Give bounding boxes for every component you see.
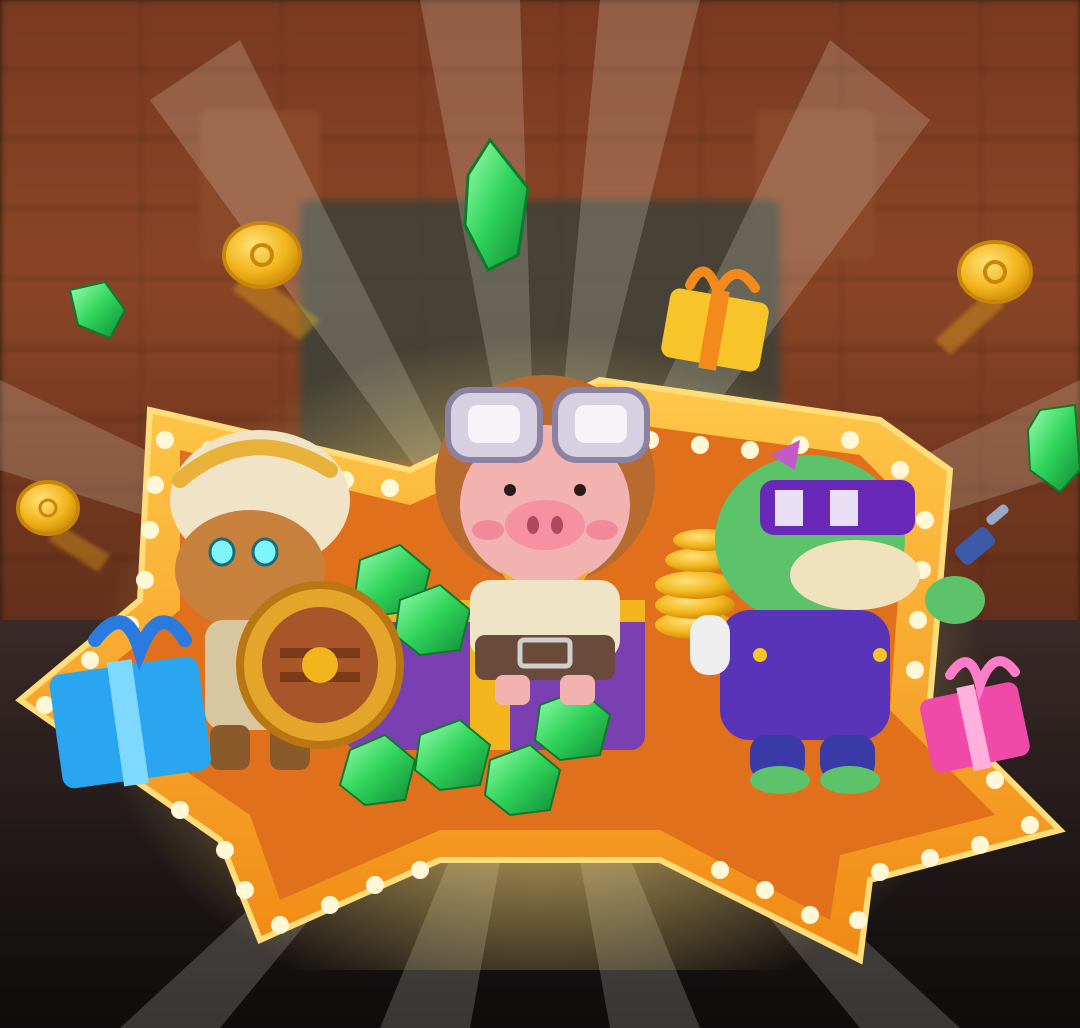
gift-box-pink-icon bbox=[920, 656, 1030, 773]
scene-art bbox=[15, 137, 1080, 965]
game-banner bbox=[0, 0, 1080, 1028]
flying-gem-top-icon bbox=[463, 137, 530, 273]
round-shield-icon bbox=[236, 581, 404, 749]
flying-gem-right-icon bbox=[1026, 403, 1080, 494]
flying-gem-left-icon bbox=[68, 280, 127, 340]
revolver-icon bbox=[955, 504, 1009, 565]
flying-coin-top-left-icon bbox=[222, 221, 320, 340]
flying-coin-top-right-icon bbox=[935, 240, 1033, 355]
gift-box-yellow-icon bbox=[661, 266, 769, 372]
flying-coin-left-icon bbox=[16, 480, 110, 572]
